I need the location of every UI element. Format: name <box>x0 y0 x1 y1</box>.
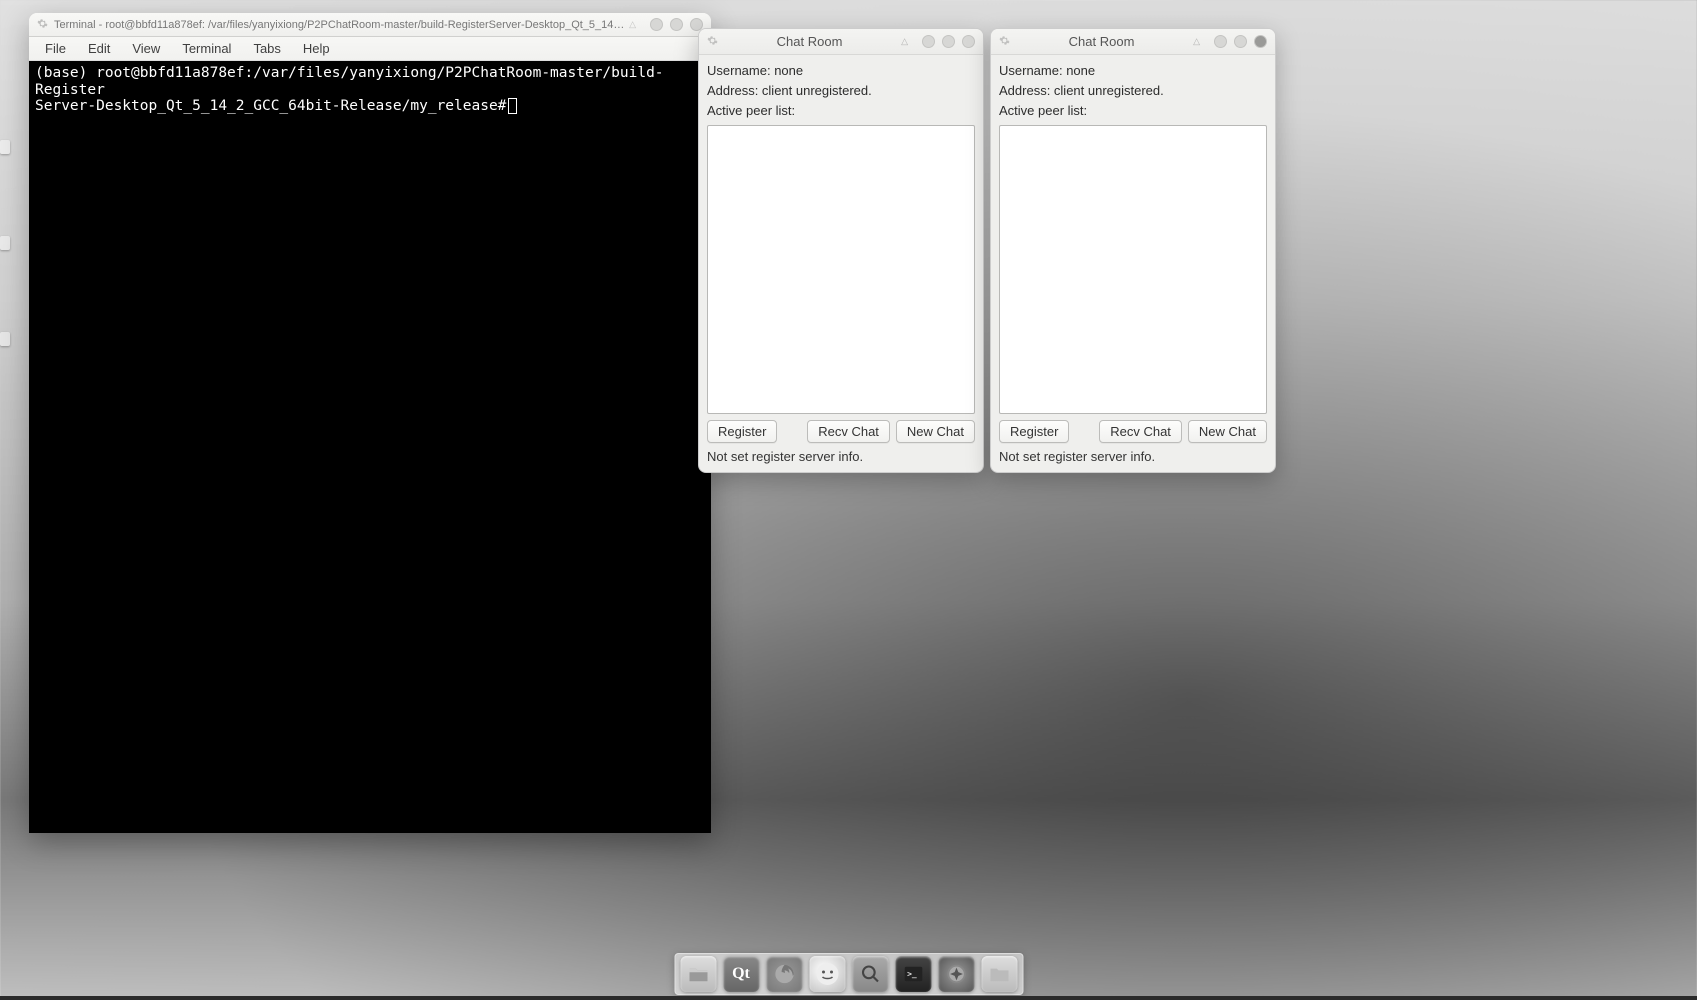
taskbar[interactable] <box>0 996 1697 1000</box>
dock[interactable]: Qt >_ <box>674 953 1023 995</box>
chatroom-titlebar[interactable]: Chat Room △ <box>991 29 1275 55</box>
close-icon[interactable] <box>1254 35 1267 48</box>
recv-chat-button[interactable]: Recv Chat <box>807 420 890 443</box>
chatroom-window-2[interactable]: Chat Room △ Username: none Address: clie… <box>990 28 1276 473</box>
new-chat-button[interactable]: New Chat <box>1188 420 1267 443</box>
maximize-icon[interactable] <box>1234 35 1247 48</box>
address-label: Address: client unregistered. <box>999 83 1267 98</box>
close-icon[interactable] <box>962 35 975 48</box>
pin-icon[interactable]: △ <box>629 19 636 30</box>
status-label: Not set register server info. <box>991 447 1275 472</box>
recv-chat-button[interactable]: Recv Chat <box>1099 420 1182 443</box>
menu-edit[interactable]: Edit <box>78 39 120 58</box>
dock-folder-icon[interactable] <box>981 956 1017 992</box>
maximize-icon[interactable] <box>942 35 955 48</box>
minimize-icon[interactable] <box>650 18 663 31</box>
status-label: Not set register server info. <box>699 447 983 472</box>
dock-compass-icon[interactable] <box>938 956 974 992</box>
chatroom-titlebar[interactable]: Chat Room △ <box>699 29 983 55</box>
peer-list[interactable] <box>999 125 1267 414</box>
register-button[interactable]: Register <box>707 420 777 443</box>
peer-list-label: Active peer list: <box>707 103 975 118</box>
dock-files-icon[interactable] <box>680 956 716 992</box>
desktop-icons-partial <box>0 140 18 490</box>
terminal-line: Server-Desktop_Qt_5_14_2_GCC_64bit-Relea… <box>35 98 705 115</box>
minimize-icon[interactable] <box>922 35 935 48</box>
svg-text:>_: >_ <box>907 969 917 978</box>
gear-icon <box>37 18 48 32</box>
dock-firefox-icon[interactable] <box>766 956 802 992</box>
menu-terminal[interactable]: Terminal <box>172 39 241 58</box>
terminal-body[interactable]: (base) root@bbfd11a878ef:/var/files/yany… <box>29 61 711 833</box>
gear-icon <box>999 34 1010 49</box>
chatroom-title: Chat Room <box>718 34 901 49</box>
dock-terminal-icon[interactable]: >_ <box>895 956 931 992</box>
username-label: Username: none <box>707 63 975 78</box>
dock-search-icon[interactable] <box>852 956 888 992</box>
terminal-window[interactable]: Terminal - root@bbfd11a878ef: /var/files… <box>29 13 711 833</box>
menu-file[interactable]: File <box>35 39 76 58</box>
new-chat-button[interactable]: New Chat <box>896 420 975 443</box>
peer-list-label: Active peer list: <box>999 103 1267 118</box>
address-label: Address: client unregistered. <box>707 83 975 98</box>
minimize-icon[interactable] <box>1214 35 1227 48</box>
maximize-icon[interactable] <box>670 18 683 31</box>
pin-icon[interactable]: △ <box>901 36 908 47</box>
register-button[interactable]: Register <box>999 420 1069 443</box>
terminal-titlebar[interactable]: Terminal - root@bbfd11a878ef: /var/files… <box>29 13 711 37</box>
username-label: Username: none <box>999 63 1267 78</box>
chatroom-title: Chat Room <box>1010 34 1193 49</box>
chatroom-window-1[interactable]: Chat Room △ Username: none Address: clie… <box>698 28 984 473</box>
dock-qt-icon[interactable]: Qt <box>723 956 759 992</box>
gear-icon <box>707 34 718 49</box>
terminal-title: Terminal - root@bbfd11a878ef: /var/files… <box>54 19 629 31</box>
pin-icon[interactable]: △ <box>1193 36 1200 47</box>
terminal-menubar[interactable]: File Edit View Terminal Tabs Help <box>29 37 711 61</box>
peer-list[interactable] <box>707 125 975 414</box>
dock-finder-icon[interactable] <box>809 956 845 992</box>
menu-help[interactable]: Help <box>293 39 340 58</box>
menu-view[interactable]: View <box>122 39 170 58</box>
cursor-icon <box>508 98 517 114</box>
terminal-line: (base) root@bbfd11a878ef:/var/files/yany… <box>35 65 705 98</box>
menu-tabs[interactable]: Tabs <box>243 39 290 58</box>
